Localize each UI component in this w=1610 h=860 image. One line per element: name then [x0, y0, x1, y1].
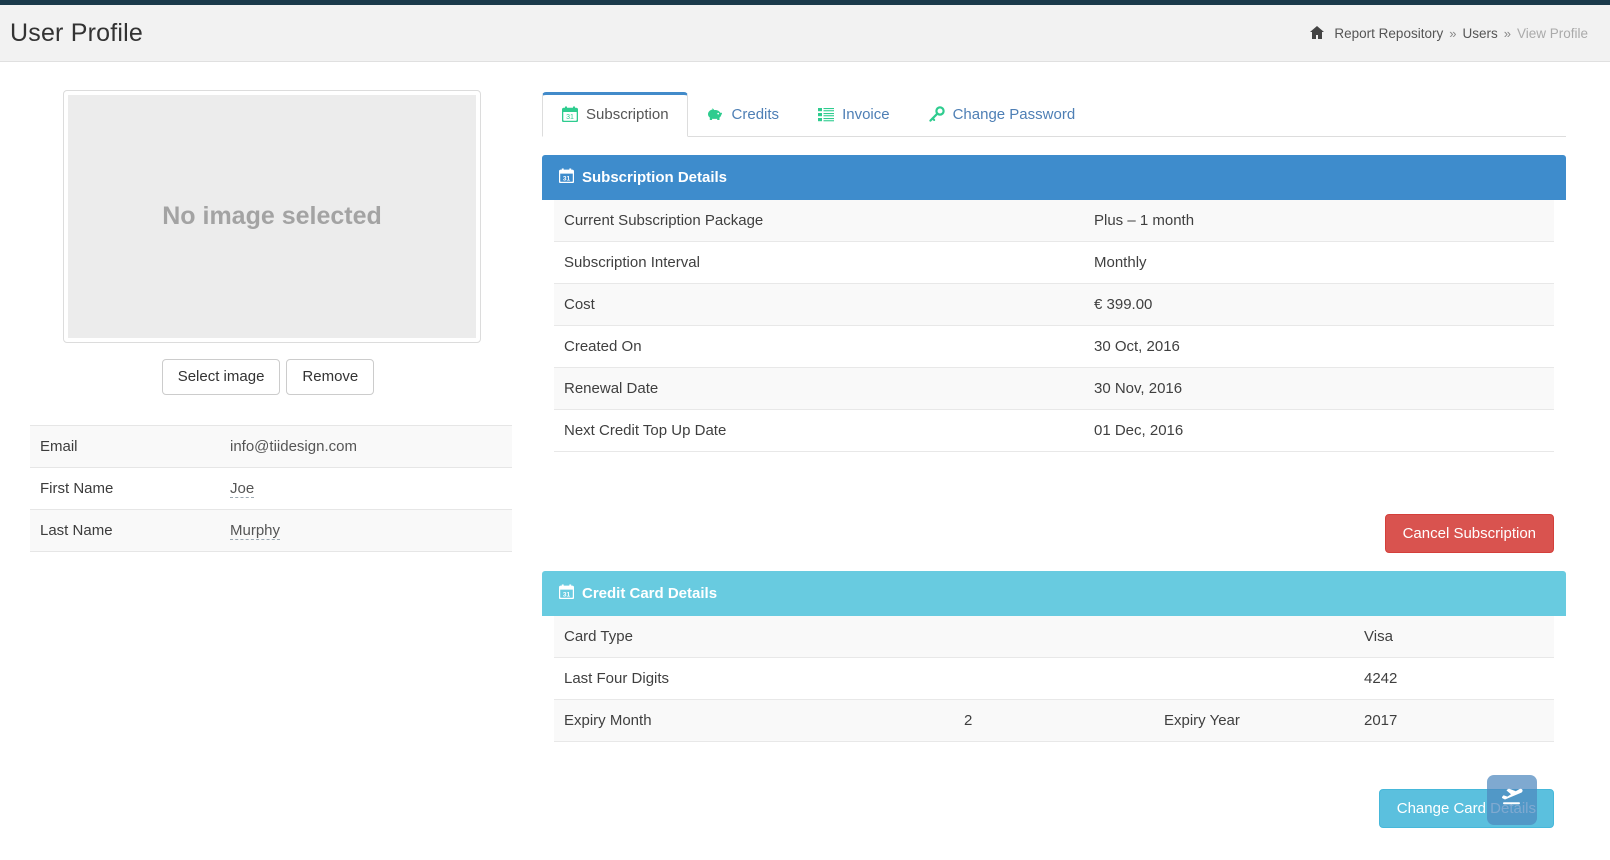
calendar-icon: 31	[558, 584, 575, 603]
subscription-panel: 31 Subscription Details Current Subscrip…	[542, 155, 1566, 553]
row-label: Renewal Date	[564, 380, 659, 397]
profile-column: No image selected Select image Remove Em…	[0, 62, 536, 860]
tab-change-password[interactable]: Change Password	[909, 92, 1095, 138]
subscription-table: Current Subscription Package Plus – 1 mo…	[554, 200, 1554, 452]
subscription-action-row: Cancel Subscription	[542, 514, 1566, 553]
row-value: Visa	[1364, 628, 1393, 645]
credit-card-panel: 31 Credit Card Details Card Type Visa La…	[542, 571, 1566, 828]
breadcrumb-separator: »	[1449, 25, 1457, 41]
row-label: Next Credit Top Up Date	[564, 422, 727, 439]
tab-label: Change Password	[952, 105, 1076, 123]
table-row: First Name Joe	[30, 468, 512, 510]
subscription-panel-header: 31 Subscription Details	[542, 155, 1566, 200]
row-value: 30 Oct, 2016	[1094, 338, 1180, 355]
svg-text:31: 31	[563, 176, 571, 183]
table-row: Email info@tiidesign.com	[30, 425, 512, 468]
remove-image-button[interactable]: Remove	[286, 359, 375, 395]
cancel-subscription-button[interactable]: Cancel Subscription	[1384, 514, 1554, 553]
table-row: Last Four Digits 4242	[554, 658, 1554, 700]
breadcrumb-item-users[interactable]: Users	[1462, 26, 1497, 41]
row-label-expiry-month: Expiry Month	[564, 712, 652, 729]
row-value: € 399.00	[1094, 296, 1153, 313]
tab-subscription[interactable]: 31 Subscription	[542, 91, 688, 137]
tab-credits[interactable]: Credits	[688, 92, 799, 138]
editable-first-name[interactable]: Joe	[230, 480, 255, 498]
row-value-expiry-month: 2	[964, 712, 973, 729]
panel-title: Credit Card Details	[582, 585, 718, 602]
credit-card-table: Card Type Visa Last Four Digits 4242 Exp…	[554, 616, 1554, 742]
row-value: 01 Dec, 2016	[1094, 422, 1184, 439]
tab-bar: 31 Subscription Credits Invoice Change P…	[542, 87, 1566, 137]
row-value: Plus – 1 month	[1094, 212, 1195, 229]
table-row: Created On 30 Oct, 2016	[554, 326, 1554, 368]
credit-card-action-row: Change Card Details	[542, 789, 1566, 828]
profile-field-value-email: info@tiidesign.com	[230, 438, 357, 455]
profile-field-value-last-name[interactable]: Murphy	[220, 510, 512, 552]
breadcrumb-separator: »	[1503, 25, 1511, 41]
svg-text:31: 31	[566, 114, 574, 121]
panel-spacer	[542, 742, 1566, 789]
select-image-button[interactable]: Select image	[161, 359, 281, 395]
details-column: 31 Subscription Credits Invoice Change P…	[536, 62, 1610, 860]
table-row: Current Subscription Package Plus – 1 mo…	[554, 200, 1554, 242]
row-value: Monthly	[1094, 254, 1147, 271]
calendar-icon: 31	[561, 106, 578, 123]
tab-label: Invoice	[842, 105, 890, 123]
editable-last-name[interactable]: Murphy	[230, 522, 281, 540]
svg-text:31: 31	[563, 592, 571, 599]
home-icon	[1310, 26, 1325, 42]
row-value: 30 Nov, 2016	[1094, 380, 1183, 397]
credit-card-panel-header: 31 Credit Card Details	[542, 571, 1566, 616]
key-icon	[928, 106, 945, 123]
row-value: 4242	[1364, 670, 1398, 687]
row-label: Current Subscription Package	[564, 212, 764, 229]
profile-field-label: First Name	[40, 480, 114, 497]
table-row: Renewal Date 30 Nov, 2016	[554, 367, 1554, 410]
profile-field-label: Email	[40, 438, 78, 455]
table-row: Expiry Month 2 Expiry Year 2017	[554, 699, 1554, 742]
row-label: Card Type	[564, 628, 633, 645]
calendar-icon: 31	[558, 168, 575, 187]
breadcrumb-item-report-repository[interactable]: Report Repository	[1334, 26, 1443, 41]
table-row: Cost € 399.00	[554, 283, 1554, 326]
table-row: Next Credit Top Up Date 01 Dec, 2016	[554, 410, 1554, 452]
row-value-expiry-year: 2017	[1364, 712, 1398, 729]
profile-fields-table: Email info@tiidesign.com First Name Joe …	[30, 425, 512, 552]
list-icon	[817, 106, 834, 123]
profile-field-value-first-name[interactable]: Joe	[220, 468, 512, 510]
piggy-bank-icon	[707, 106, 724, 123]
tab-label: Credits	[731, 105, 780, 123]
profile-field-label: Last Name	[40, 522, 113, 539]
row-label: Cost	[564, 296, 595, 313]
profile-image-box: No image selected	[63, 90, 481, 343]
row-label-expiry-year: Expiry Year	[1164, 712, 1240, 729]
table-row: Card Type Visa	[554, 616, 1554, 658]
page-title: User Profile	[10, 18, 143, 47]
floating-action-button[interactable]	[1487, 775, 1537, 825]
image-button-row: Select image Remove	[30, 359, 506, 395]
panel-title: Subscription Details	[582, 169, 728, 186]
plane-departure-icon	[1499, 787, 1525, 814]
breadcrumb-item-view-profile: View Profile	[1516, 25, 1588, 41]
panel-spacer	[542, 452, 1566, 514]
page-header: User Profile Report Repository » Users »…	[0, 5, 1610, 62]
table-row: Last Name Murphy	[30, 509, 512, 552]
breadcrumb: Report Repository » Users » View Profile	[1310, 25, 1588, 41]
row-label: Last Four Digits	[564, 670, 670, 687]
main-content: No image selected Select image Remove Em…	[0, 62, 1610, 860]
row-label: Subscription Interval	[564, 254, 700, 271]
table-row: Subscription Interval Monthly	[554, 242, 1554, 284]
tab-invoice[interactable]: Invoice	[798, 92, 909, 138]
image-placeholder-text: No image selected	[68, 95, 476, 338]
row-label: Created On	[564, 338, 642, 355]
tab-label: Subscription	[586, 105, 669, 123]
